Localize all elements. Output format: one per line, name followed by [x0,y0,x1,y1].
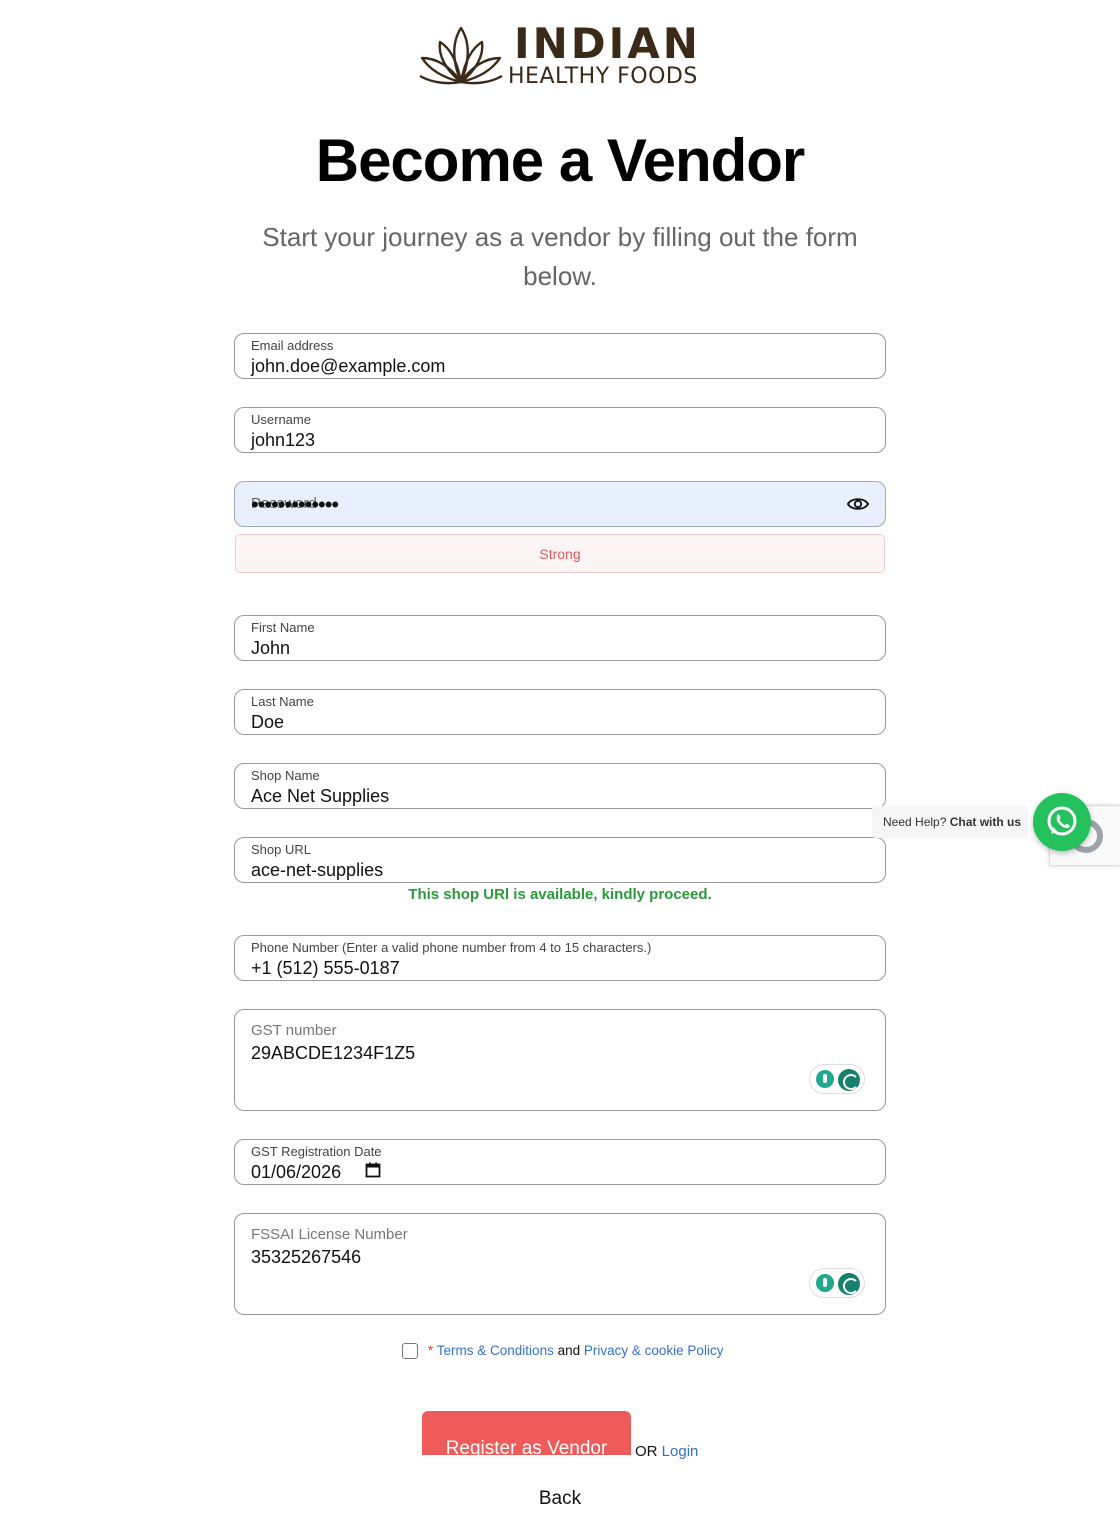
grammarly-icon[interactable] [838,1273,860,1295]
register-button[interactable]: Register as Vendor [422,1411,631,1455]
whatsapp-icon [1047,806,1077,836]
shop-name-label: Shop Name [251,768,320,783]
gst-number-label: GST number [251,1022,337,1039]
username-field[interactable]: Username john123 [234,407,886,453]
last-name-field[interactable]: Last Name Doe [234,689,886,735]
brand-name-line1: INDIAN [514,19,701,68]
chat-with-us-text: Chat with us [949,815,1022,829]
email-label: Email address [251,338,334,353]
brand-name-line2: HEALTHY FOODS [508,64,698,89]
privacy-link[interactable]: Privacy & cookie Policy [584,1343,724,1358]
first-name-label: First Name [251,620,315,635]
phone-field[interactable]: Phone Number (Enter a valid phone number… [234,935,886,981]
password-field[interactable]: Password ••••••••••••• [234,481,886,527]
terms-link[interactable]: Terms & Conditions [437,1343,554,1358]
fssai-label: FSSAI License Number [251,1226,408,1243]
required-marker: * [428,1343,434,1358]
login-link[interactable]: Login [662,1443,699,1460]
terms-and-text: and [557,1343,581,1358]
fssai-field[interactable]: FSSAI License Number 35325267546 [234,1213,886,1315]
password-strength-indicator: Strong [235,534,885,573]
chat-help-bubble[interactable]: Need Help? Chat with us [872,806,1028,838]
or-text: OR [635,1443,658,1460]
or-login: OR Login [635,1443,698,1461]
shop-url-value[interactable]: ace-net-supplies [251,859,383,881]
fssai-value[interactable]: 35325267546 [251,1246,361,1268]
shop-url-field[interactable]: Shop URL ace-net-supplies [234,837,886,883]
first-name-field[interactable]: First Name John [234,615,886,661]
gst-number-value[interactable]: 29ABCDE1234F1Z5 [251,1042,415,1064]
gst-date-value[interactable]: 01/06/2026 [251,1161,341,1183]
page-title: Become a Vendor [315,127,806,194]
grammarly-icon[interactable] [838,1069,860,1091]
lightbulb-icon[interactable] [816,1070,834,1088]
grammarly-widget[interactable] [809,1268,865,1298]
back-link[interactable]: Back [0,1488,1120,1510]
gst-number-field[interactable]: GST number 29ABCDE1234F1Z5 [234,1009,886,1111]
need-help-text: Need Help? [883,815,947,829]
calendar-icon[interactable] [365,1162,381,1178]
terms-checkbox[interactable] [402,1343,418,1360]
grammarly-widget[interactable] [809,1064,865,1094]
last-name-label: Last Name [251,694,314,709]
email-value[interactable]: john.doe@example.com [251,355,445,377]
terms-agreement: * Terms & Conditions and Privacy & cooki… [402,1342,723,1362]
password-masked-value[interactable]: ••••••••••••• [251,492,339,518]
phone-label: Phone Number (Enter a valid phone number… [251,940,652,955]
username-label: Username [251,412,311,427]
lightbulb-icon[interactable] [816,1274,834,1292]
gst-date-label: GST Registration Date [251,1144,382,1159]
shop-url-label: Shop URL [251,842,311,857]
page-subtitle: Start your journey as a vendor by fillin… [262,222,858,291]
shop-name-value[interactable]: Ace Net Supplies [251,785,389,807]
phone-value[interactable]: +1 (512) 555-0187 [251,957,400,979]
whatsapp-chat-button[interactable] [1033,793,1091,851]
brand-logo[interactable]: INDIAN HEALTHY FOODS [416,22,706,92]
last-name-value[interactable]: Doe [251,711,284,733]
gst-date-field[interactable]: GST Registration Date 01/06/2026 [234,1139,886,1185]
first-name-value[interactable]: John [251,637,290,659]
shop-url-availability-message: This shop URl is available, kindly proce… [408,886,712,903]
email-field[interactable]: Email address john.doe@example.com [234,333,886,379]
shop-name-field[interactable]: Shop Name Ace Net Supplies [234,763,886,809]
username-value[interactable]: john123 [251,429,315,451]
eye-icon[interactable] [847,495,869,513]
lotus-icon [419,26,503,85]
